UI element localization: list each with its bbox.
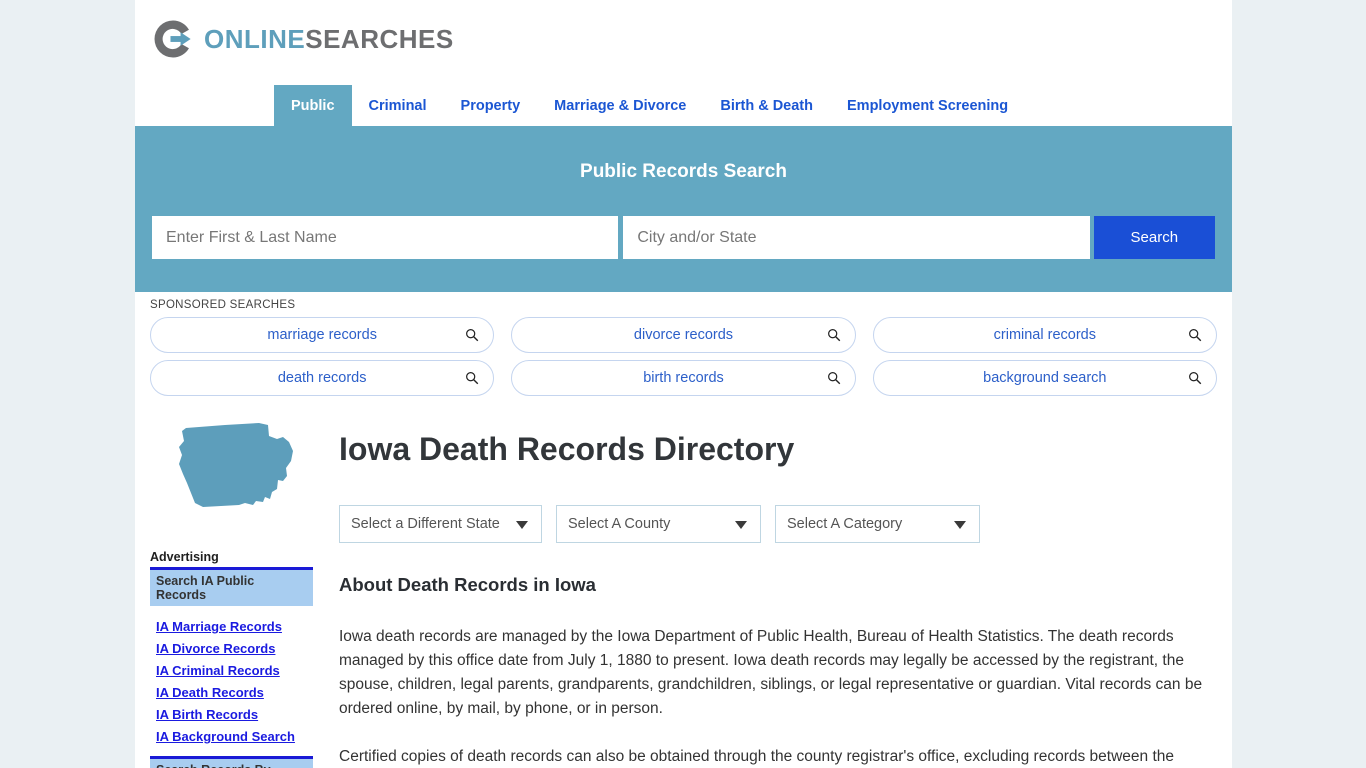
search-heading: Public Records Search <box>580 161 787 182</box>
sidebar-link-ia-criminal-records[interactable]: IA Criminal Records <box>156 663 313 678</box>
select-state-label: Select a Different State <box>351 516 500 532</box>
search-icon <box>1189 329 1202 342</box>
chevron-down-icon <box>954 521 966 529</box>
advertising-sidebar: Advertising Search IA Public Records IA … <box>150 550 313 768</box>
select-category-dropdown[interactable]: Select A Category <box>775 505 980 543</box>
nav-item-criminal[interactable]: Criminal <box>352 85 444 126</box>
page-container: ONLINESEARCHES Public Criminal Property … <box>135 0 1232 768</box>
sponsored-pill-label: background search <box>983 370 1107 386</box>
search-icon <box>466 329 479 342</box>
logo-bar: ONLINESEARCHES <box>135 0 1232 84</box>
nav-item-marriage-divorce[interactable]: Marriage & Divorce <box>537 85 703 126</box>
logo-word-searches: SEARCHES <box>305 23 454 54</box>
search-city-input[interactable] <box>623 216 1090 259</box>
about-paragraph: Certified copies of death records can al… <box>339 748 1175 765</box>
main-nav: Public Criminal Property Marriage & Divo… <box>135 85 1232 126</box>
sidebar-box-title-public-records: Search IA Public Records <box>150 567 313 606</box>
sidebar-link-ia-marriage-records[interactable]: IA Marriage Records <box>156 619 313 634</box>
select-state-dropdown[interactable]: Select a Different State <box>339 505 542 543</box>
nav-item-property[interactable]: Property <box>444 85 538 126</box>
nav-item-employment-screening[interactable]: Employment Screening <box>830 85 1025 126</box>
search-header: Public Records Search Search <box>135 126 1232 292</box>
sidebar-link-ia-divorce-records[interactable]: IA Divorce Records <box>156 641 313 656</box>
circle-arrow-logo-icon <box>154 20 191 58</box>
site-logo[interactable]: ONLINESEARCHES <box>152 18 454 60</box>
logo-word-online: ONLINE <box>204 23 306 54</box>
search-icon <box>466 372 479 385</box>
search-icon <box>827 329 840 342</box>
select-category-label: Select A Category <box>787 516 903 532</box>
logo-wordmark: ONLINESEARCHES <box>204 24 454 55</box>
advertising-label: Advertising <box>150 550 219 564</box>
sidebar-box-title-search-by-name: Search Records By Name <box>150 756 313 768</box>
search-name-input[interactable] <box>152 216 619 259</box>
sponsored-pill-label: birth records <box>643 370 724 386</box>
search-form: Search <box>152 216 1215 259</box>
chevron-down-icon <box>516 521 528 529</box>
sidebar-link-ia-background-search[interactable]: IA Background Search <box>156 729 313 744</box>
search-submit-button[interactable]: Search <box>1093 216 1215 259</box>
sponsored-pill-label: divorce records <box>633 327 734 343</box>
select-county-label: Select A County <box>568 516 671 532</box>
filter-selects: Select a Different State Select A County… <box>339 505 980 543</box>
iowa-state-map-icon <box>179 423 293 507</box>
about-paragraph: Iowa death records are managed by the Io… <box>339 628 1203 717</box>
page-title: Iowa Death Records Directory <box>339 431 795 467</box>
select-county-dropdown[interactable]: Select A County <box>556 505 761 543</box>
search-icon <box>1189 372 1202 385</box>
sponsored-pill-divorce-records[interactable]: divorce records <box>511 317 856 353</box>
sponsored-pill-background-search[interactable]: background search <box>872 360 1217 396</box>
sponsored-pill-label: marriage records <box>267 327 377 343</box>
chevron-down-icon <box>735 521 747 529</box>
sponsored-row-1: marriage records divorce records crimina… <box>135 317 1232 353</box>
sponsored-pill-death-records[interactable]: death records <box>150 360 495 396</box>
sidebar-link-ia-death-records[interactable]: IA Death Records <box>156 685 313 700</box>
nav-item-birth-death[interactable]: Birth & Death <box>703 85 830 126</box>
nav-item-public[interactable]: Public <box>274 85 352 126</box>
sponsored-pill-criminal-records[interactable]: criminal records <box>872 317 1217 353</box>
search-icon <box>827 372 840 385</box>
sponsored-pill-birth-records[interactable]: birth records <box>511 360 856 396</box>
sponsored-label: SPONSORED SEARCHES <box>150 299 296 311</box>
sponsored-pill-marriage-records[interactable]: marriage records <box>150 317 495 353</box>
sidebar-link-ia-birth-records[interactable]: IA Birth Records <box>156 707 313 722</box>
about-heading: About Death Records in Iowa <box>339 574 596 595</box>
sponsored-row-2: death records birth records background s… <box>135 360 1232 396</box>
sponsored-searches: SPONSORED SEARCHES marriage records divo… <box>135 292 1232 403</box>
sidebar-link-list: IA Marriage Records IA Divorce Records I… <box>150 606 313 744</box>
sponsored-pill-label: death records <box>277 370 367 386</box>
about-body: Iowa death records are managed by the Io… <box>339 625 1211 768</box>
sponsored-pill-label: criminal records <box>993 327 1096 343</box>
